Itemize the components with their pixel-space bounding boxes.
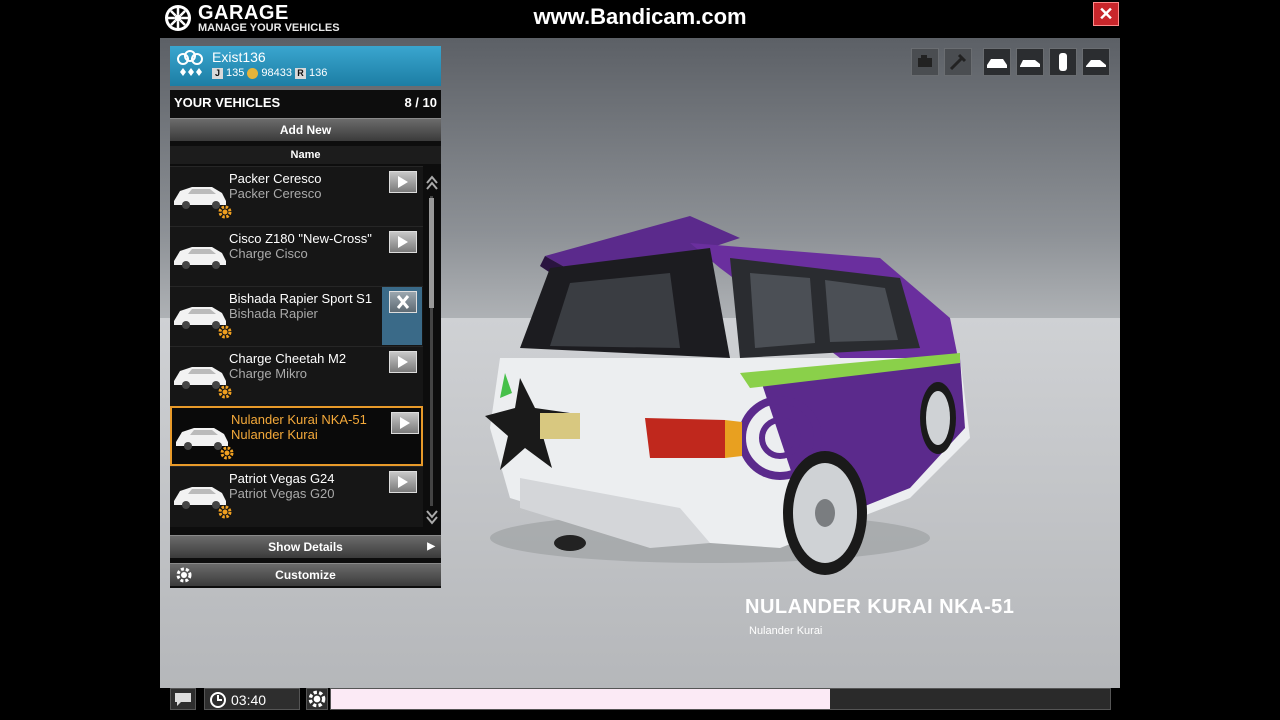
clock-icon: [210, 692, 226, 708]
arrow-right-icon: [398, 476, 408, 488]
session-timer: 03:40: [204, 688, 300, 710]
car-rear-view-icon: [1059, 53, 1067, 71]
recorder-watermark: www.Bandicam.com: [533, 4, 747, 29]
close-icon: ✕: [1098, 4, 1114, 24]
vehicles-header: YOUR VEHICLES 8 / 10: [170, 90, 441, 114]
arrow-right-icon: [398, 236, 408, 248]
select-vehicle-button[interactable]: [389, 171, 417, 193]
vehicles-panel: YOUR VEHICLES 8 / 10 Add New Name Packer…: [170, 90, 441, 588]
vehicle-row[interactable]: Nulander Kurai NKA-51 Nulander Kurai: [170, 406, 423, 466]
vehicle-name: Cisco Z180 "New-Cross": [229, 231, 372, 246]
vehicle-name: Charge Cheetah M2: [229, 351, 347, 366]
camera-side-button[interactable]: [1016, 48, 1044, 76]
select-vehicle-button[interactable]: [391, 412, 419, 434]
customized-gear-icon: [218, 385, 232, 399]
vehicle-name: Nulander Kurai NKA-51: [231, 412, 367, 427]
vehicle-row[interactable]: Cisco Z180 "New-Cross" Charge Cisco: [170, 226, 423, 287]
scroll-thumb[interactable]: [429, 198, 434, 308]
coin-icon: [247, 67, 259, 79]
vehicle-model: Nulander Kurai: [231, 427, 318, 442]
chevron-right-icon: ▶: [427, 541, 435, 552]
camera-view-group: [983, 48, 1110, 76]
vehicle-name: Packer Ceresco: [229, 171, 322, 186]
scroll-up-icon[interactable]: [425, 174, 439, 192]
view-tools-group: [911, 48, 972, 76]
vehicle-thumbnail: [174, 247, 226, 269]
select-vehicle-button[interactable]: [389, 471, 417, 493]
customized-gear-icon: [218, 325, 232, 339]
add-new-button[interactable]: Add New: [170, 118, 441, 141]
show-details-label: Show Details: [268, 540, 343, 554]
crew-emblem-icon: [177, 50, 203, 76]
vehicle-row[interactable]: Bishada Rapier Sport S1 Bishada Rapier: [170, 286, 423, 347]
select-vehicle-button[interactable]: [389, 231, 417, 253]
car-side-view-icon: [1020, 60, 1040, 67]
customized-gear-icon: [218, 505, 232, 519]
vehicles-header-label: YOUR VEHICLES: [174, 95, 281, 110]
scroll-down-icon[interactable]: [425, 508, 439, 526]
gear-icon: [176, 567, 192, 583]
vehicle-row[interactable]: Patriot Vegas G24 Patriot Vegas G20: [170, 466, 423, 527]
customize-label: Customize: [275, 568, 336, 582]
customized-gear-icon: [220, 446, 234, 460]
arrow-right-icon: [398, 356, 408, 368]
player-level: 135: [226, 67, 245, 79]
camera-top-button[interactable]: [1082, 48, 1110, 76]
progress-fill: [331, 689, 830, 709]
vehicle-name: Bishada Rapier Sport S1: [229, 291, 373, 306]
camera-front-button[interactable]: [983, 48, 1011, 76]
close-button[interactable]: ✕: [1093, 2, 1119, 26]
tools-icon: [949, 53, 967, 71]
player-rank: 136: [308, 67, 328, 79]
selected-vehicle-subtitle: Nulander Kurai: [749, 625, 823, 637]
vehicle-count: 8 / 10: [404, 95, 437, 110]
title-bar: GARAGE MANAGE YOUR VEHICLES www.Bandicam…: [0, 0, 1280, 38]
rank-badge: R: [294, 67, 306, 79]
settings-gear-icon: [308, 690, 326, 708]
player-stats: J 135 98433 R 136: [212, 67, 327, 79]
close-icon: [396, 295, 410, 309]
player-card: Exist136 J 135 98433 R 136: [170, 46, 441, 86]
car-top-view-icon: [1086, 60, 1106, 67]
selected-vehicle-title: NULANDER KURAI NKA-51: [745, 596, 1015, 618]
vehicle-3d-model[interactable]: [480, 208, 980, 608]
player-name: Exist136: [212, 49, 266, 65]
customized-gear-icon: [218, 205, 232, 219]
vehicle-list-scrollbar[interactable]: [425, 174, 439, 526]
chat-icon: [175, 693, 191, 706]
engine-icon: [918, 55, 932, 67]
arrow-right-icon: [400, 417, 410, 429]
vehicle-row[interactable]: Charge Cheetah M2 Charge Mikro: [170, 346, 423, 407]
car-front-view-icon: [987, 59, 1007, 68]
select-vehicle-button[interactable]: [389, 351, 417, 373]
vehicle-model: Packer Ceresco: [229, 186, 322, 201]
engine-view-button[interactable]: [911, 48, 939, 76]
session-time: 03:40: [231, 692, 267, 708]
settings-button[interactable]: [306, 688, 328, 710]
vehicle-row[interactable]: Packer Ceresco Packer Ceresco: [170, 166, 423, 227]
vehicle-model: Patriot Vegas G20: [229, 486, 335, 501]
chat-button[interactable]: [170, 688, 196, 710]
customize-button[interactable]: Customize: [170, 563, 441, 586]
remove-vehicle-button[interactable]: [389, 291, 417, 313]
vehicle-model: Charge Mikro: [229, 366, 308, 381]
loading-progress-bar: [330, 688, 1111, 710]
arrow-right-icon: [398, 176, 408, 188]
column-header-name[interactable]: Name: [170, 146, 441, 164]
level-badge: J: [212, 67, 223, 79]
show-details-button[interactable]: Show Details ▶: [170, 535, 441, 558]
tools-view-button[interactable]: [944, 48, 972, 76]
bottom-bar: 03:40: [170, 688, 1111, 710]
vehicle-model: Bishada Rapier: [229, 306, 318, 321]
player-money: 98433: [261, 67, 292, 79]
camera-rear-button[interactable]: [1049, 48, 1077, 76]
vehicle-name: Patriot Vegas G24: [229, 471, 335, 486]
vehicle-model: Charge Cisco: [229, 246, 308, 261]
